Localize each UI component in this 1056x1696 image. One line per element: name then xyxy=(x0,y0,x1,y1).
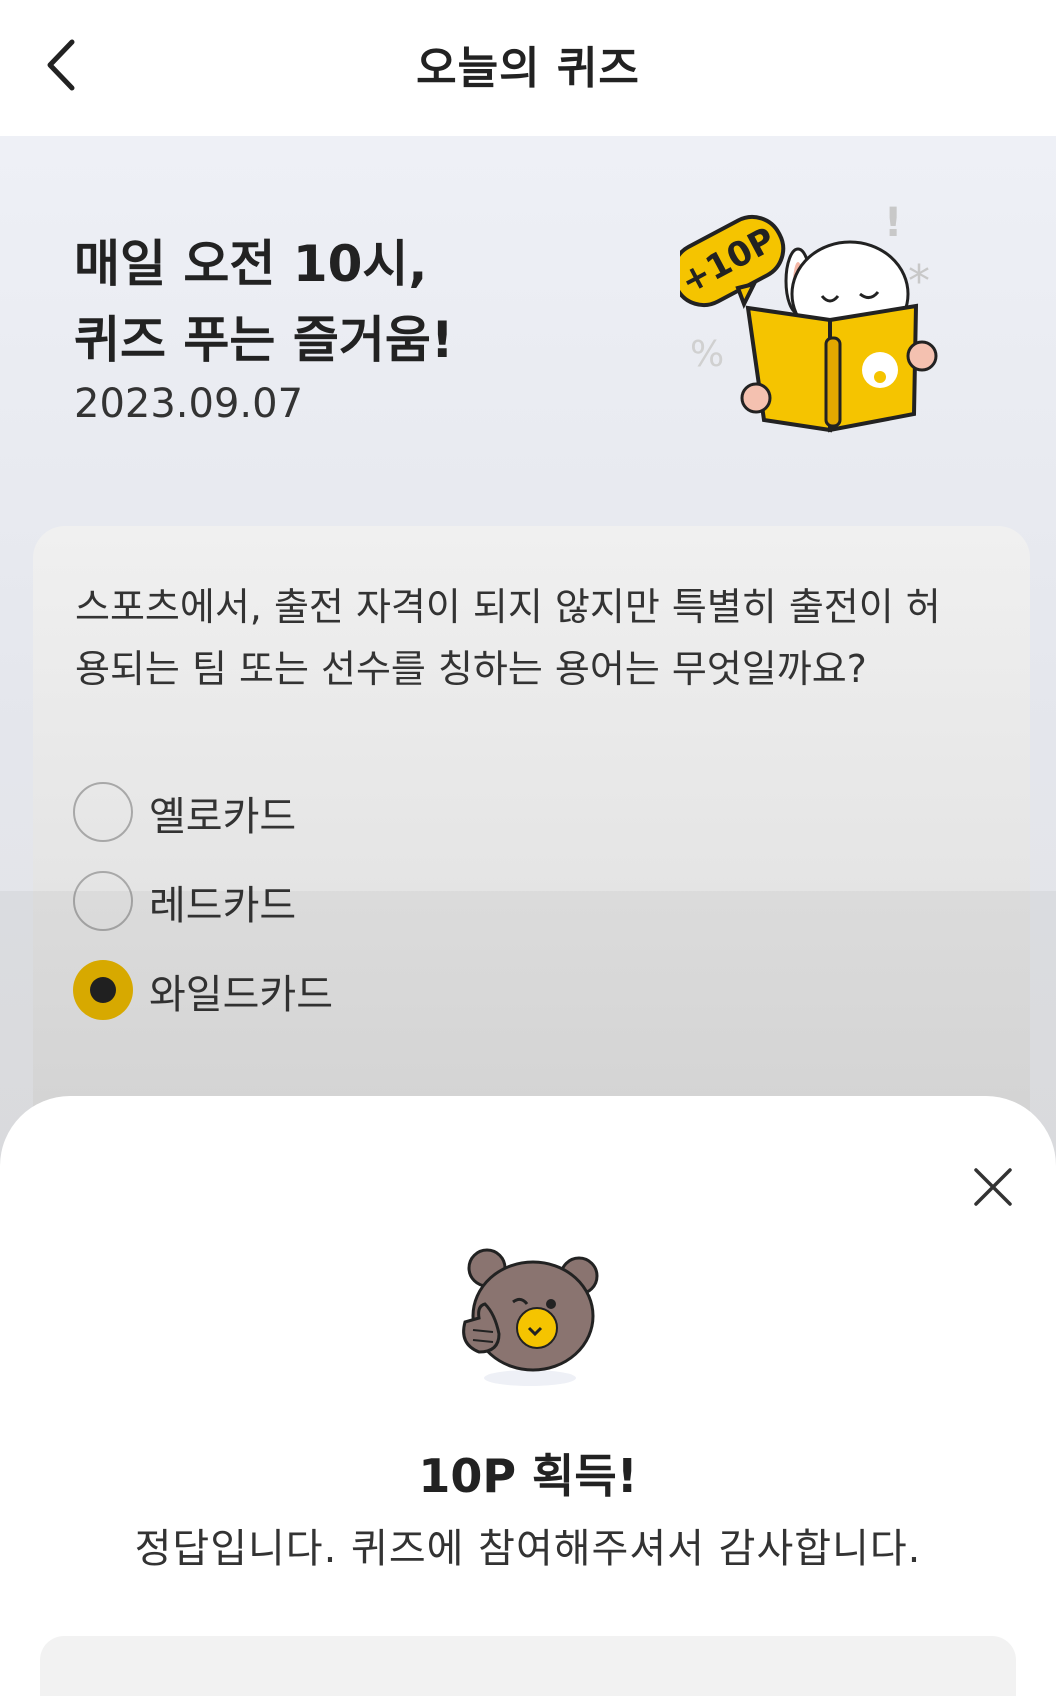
hero-title: 매일 오전 10시, 퀴즈 푸는 즐거움! xyxy=(74,226,454,378)
points-badge: +10P xyxy=(680,214,786,309)
exclamation-mark: ! xyxy=(884,200,902,246)
bear-thumbs-up-illustration xyxy=(462,1248,599,1386)
close-button[interactable] xyxy=(966,1160,1020,1214)
percent-icon: % xyxy=(690,334,724,375)
close-icon xyxy=(974,1168,1012,1206)
option-label: 옐로카드 xyxy=(149,794,297,840)
result-title: 10P 획득! xyxy=(418,1449,638,1503)
radio-button[interactable] xyxy=(73,782,133,842)
quiz-question: 스포츠에서, 출전 자격이 되지 않지만 특별히 출전이 허용되는 팀 또는 선… xyxy=(75,585,941,691)
hero-title-line2: 퀴즈 푸는 즐거움! xyxy=(74,311,454,369)
quiz-date: 2023.09.07 xyxy=(74,381,304,427)
sparkle-icon: * xyxy=(908,256,930,307)
rabbit-reading-illustration: +10P ! * % xyxy=(680,200,938,433)
top-bar: 오늘의 퀴즈 xyxy=(0,0,1056,136)
confirm-area xyxy=(40,1636,1016,1696)
option-yellow-card[interactable]: 옐로카드 xyxy=(73,780,573,846)
result-bottom-sheet: 10P 획득! 정답입니다. 퀴즈에 참여해주셔서 감사합니다. xyxy=(0,1096,1056,1696)
result-message: 정답입니다. 퀴즈에 참여해주셔서 감사합니다. xyxy=(134,1526,922,1572)
page-title: 오늘의 퀴즈 xyxy=(416,43,640,94)
hero-title-line1: 매일 오전 10시, xyxy=(74,235,428,293)
